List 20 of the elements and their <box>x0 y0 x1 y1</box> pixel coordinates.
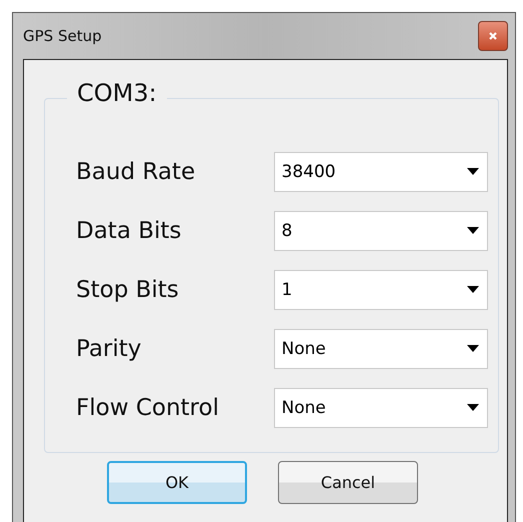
dialog-button[interactable]: OK <box>107 461 247 504</box>
caret-icon <box>467 404 479 411</box>
field-label: Parity <box>76 336 142 362</box>
dropdown-field[interactable]: None <box>274 328 488 368</box>
field-label: Data Bits <box>76 218 182 244</box>
dropdown-field[interactable]: 38400 <box>274 152 488 192</box>
window-title: GPS Setup <box>23 27 102 45</box>
field-label: Baud Rate <box>76 158 196 184</box>
field-label: Flow Control <box>76 394 220 420</box>
dropdown-field[interactable]: 8 <box>274 210 488 250</box>
dialog-button[interactable]: Cancel <box>278 461 418 504</box>
caret-icon <box>467 286 479 293</box>
close-button[interactable] <box>478 21 508 51</box>
dropdown-field[interactable]: None <box>274 388 488 428</box>
caret-icon <box>467 168 479 175</box>
caret-icon <box>467 345 479 352</box>
caret-icon <box>467 227 479 234</box>
close-icon <box>488 31 498 41</box>
field-label: Stop Bits <box>76 276 180 302</box>
dropdown-field[interactable]: 1 <box>274 270 488 310</box>
